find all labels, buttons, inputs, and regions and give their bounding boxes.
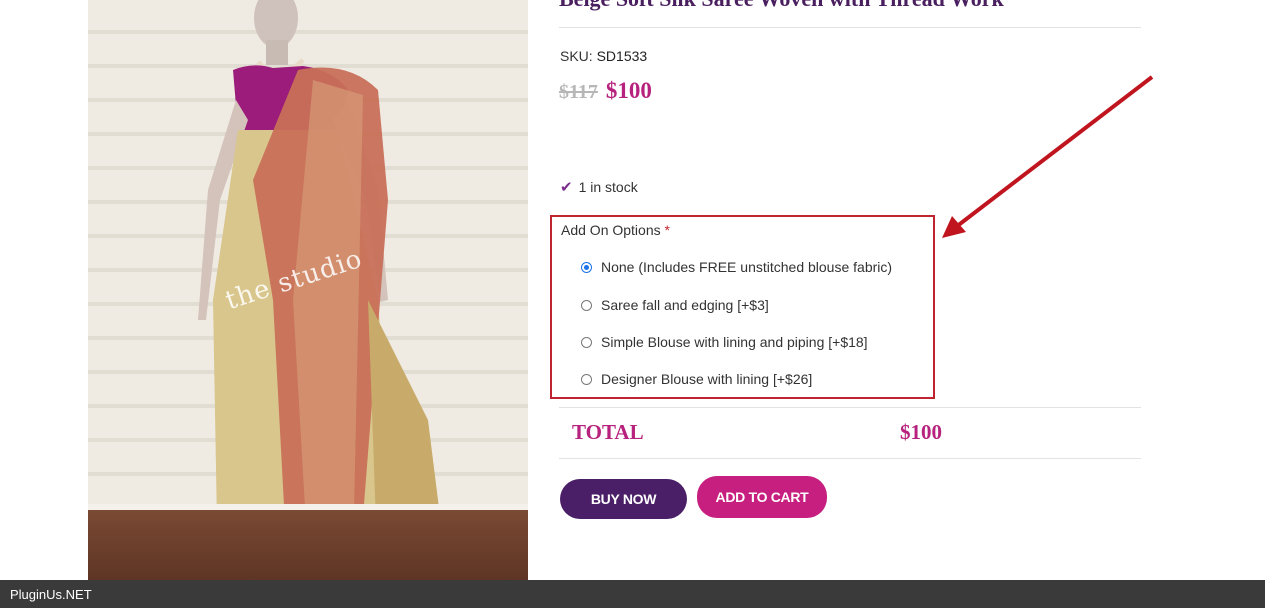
addon-options-box: Add On Options * None (Includes FREE uns… [550,215,935,399]
add-to-cart-button[interactable]: ADD TO CART [697,476,827,518]
buy-now-button[interactable]: BUY NOW [560,479,687,519]
stock-status: ✔ 1 in stock [560,178,638,196]
addon-option-designer-blouse[interactable]: Designer Blouse with lining [+$26] [581,371,812,387]
addon-option-label: Saree fall and edging [+$3] [601,297,769,313]
divider [559,458,1141,459]
radio-button[interactable] [581,299,592,311]
required-mark: * [664,222,670,238]
stock-text: 1 in stock [578,179,638,195]
price: $117 $100 [559,78,652,104]
footer-bar: PluginUs.NET [0,580,1265,608]
product-title: Beige Soft Silk Saree Woven with Thread … [559,0,1004,12]
checkmark-icon: ✔ [560,179,573,196]
old-price: $117 [559,81,598,103]
sku: SKU: SD1533 [560,48,647,64]
product-image: the studio [88,0,528,580]
divider [559,27,1141,28]
total-value: $100 [900,420,942,444]
footer-brand: PluginUs.NET [10,586,92,602]
sku-value: SD1533 [596,48,648,64]
addon-option-label: None (Includes FREE unstitched blouse fa… [601,259,893,275]
addon-option-none[interactable]: None (Includes FREE unstitched blouse fa… [581,259,892,275]
addon-option-label: Designer Blouse with lining [+$26] [601,371,813,387]
sale-price: $100 [605,78,652,103]
addon-option-label: Simple Blouse with lining and piping [+$… [601,334,868,350]
annotation-arrow [942,75,1154,238]
sku-label: SKU: [560,48,593,64]
radio-button[interactable] [581,373,592,385]
floor [88,510,528,580]
addon-option-saree-fall[interactable]: Saree fall and edging [+$3] [581,297,769,313]
radio-button[interactable] [581,336,592,348]
total-label: TOTAL [572,420,644,444]
addon-options-label: Add On Options * [561,222,670,238]
divider [559,407,1141,408]
radio-button[interactable] [581,261,592,273]
addon-option-simple-blouse[interactable]: Simple Blouse with lining and piping [+$… [581,334,868,350]
